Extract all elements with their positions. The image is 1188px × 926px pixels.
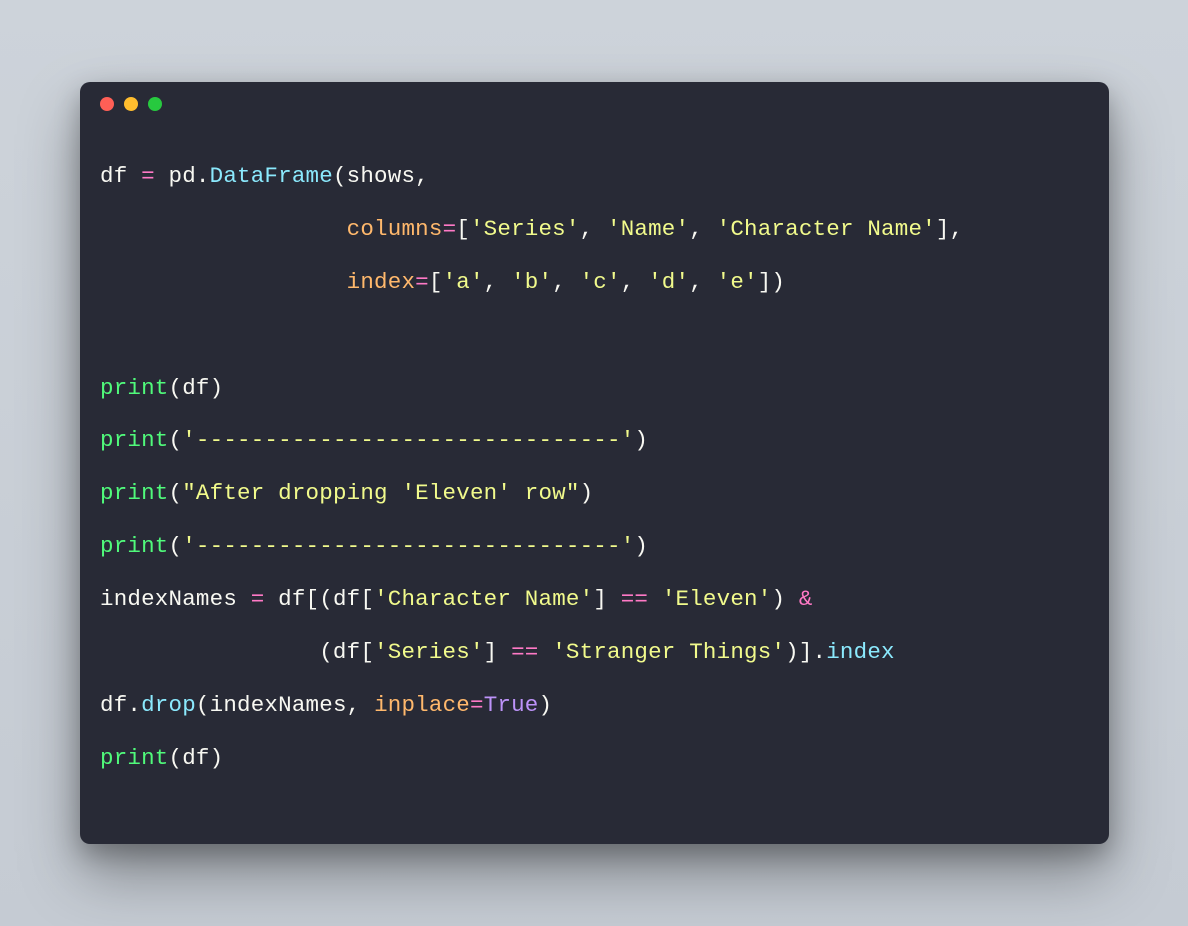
code-block: df = pd.DataFrame(shows, columns=['Serie… [80, 126, 1109, 785]
close-icon[interactable] [100, 97, 114, 111]
code-line: print(df) [100, 745, 223, 771]
code-line: print('-------------------------------') [100, 533, 648, 559]
code-line: (df['Series'] == 'Stranger Things')].ind… [100, 639, 895, 665]
code-line: df.drop(indexNames, inplace=True) [100, 692, 552, 718]
code-line: print('-------------------------------') [100, 427, 648, 453]
code-line: df = pd.DataFrame(shows, [100, 163, 429, 189]
code-line: print(df) [100, 375, 223, 401]
page-background: df = pd.DataFrame(shows, columns=['Serie… [0, 0, 1188, 926]
code-line: index=['a', 'b', 'c', 'd', 'e']) [100, 269, 785, 295]
code-line-blank [100, 322, 114, 348]
code-window: df = pd.DataFrame(shows, columns=['Serie… [80, 82, 1109, 844]
code-line: indexNames = df[(df['Character Name'] ==… [100, 586, 813, 612]
zoom-icon[interactable] [148, 97, 162, 111]
code-line: columns=['Series', 'Name', 'Character Na… [100, 216, 963, 242]
minimize-icon[interactable] [124, 97, 138, 111]
code-line: print("After dropping 'Eleven' row") [100, 480, 593, 506]
window-titlebar [80, 82, 1109, 126]
